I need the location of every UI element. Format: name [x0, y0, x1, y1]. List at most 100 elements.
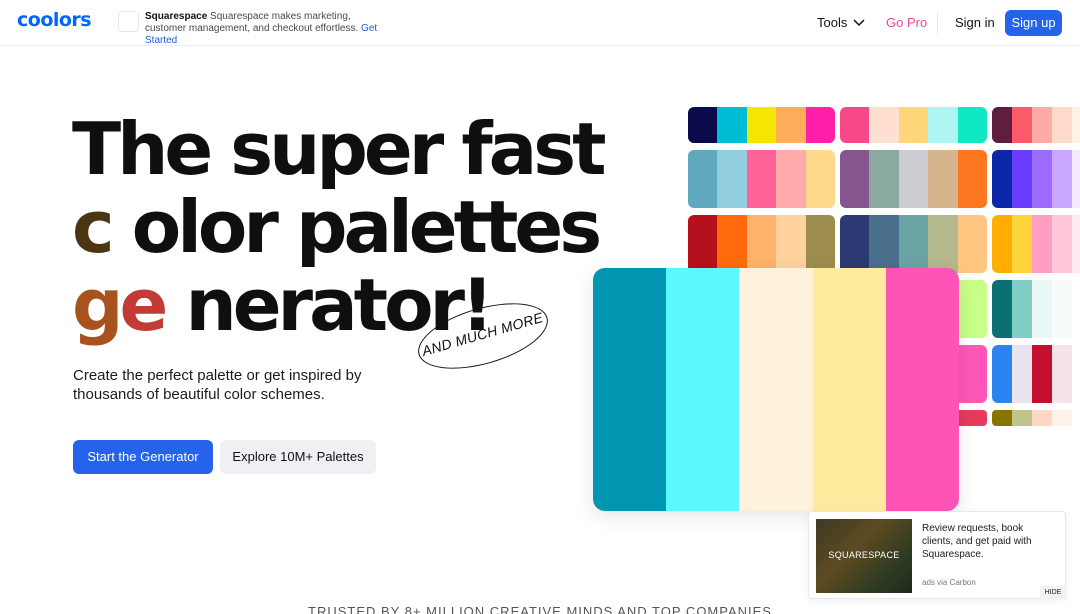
- palette-swatch: [957, 345, 987, 403]
- palette-swatch: [957, 150, 987, 208]
- palette-card[interactable]: [992, 215, 1080, 273]
- palette-swatch: [928, 150, 958, 208]
- palette-swatch: [717, 107, 747, 143]
- palette-card[interactable]: [688, 107, 835, 143]
- palette-swatch: [776, 107, 806, 143]
- palette-swatch: [746, 107, 777, 143]
- carbon-ad-copy[interactable]: Review requests, book clients, and get p…: [922, 522, 1057, 561]
- palette-swatch: [992, 107, 1012, 143]
- palette-swatch: [717, 215, 747, 273]
- palette-swatch: [869, 150, 899, 208]
- palette-swatch: [992, 280, 1012, 338]
- carbon-ad-via[interactable]: ads via Carbon: [922, 578, 976, 587]
- top-ad[interactable]: Squarespace Squarespace makes marketing,…: [118, 11, 390, 47]
- hero-title-line-2: c olor palettes: [72, 188, 603, 266]
- palette-swatch: [869, 215, 899, 273]
- palette-swatch: [869, 107, 899, 143]
- coolors-logo[interactable]: coolors: [17, 9, 92, 31]
- palette-swatch: [1012, 345, 1032, 403]
- palette-card[interactable]: [992, 410, 1080, 426]
- palette-swatch: [840, 150, 870, 208]
- palette-swatch: [1052, 345, 1072, 403]
- palette-swatch: [1012, 410, 1032, 426]
- palette-swatch: [957, 280, 987, 338]
- sign-up-button[interactable]: Sign up: [1005, 10, 1062, 36]
- palette-swatch: [1012, 150, 1032, 208]
- highlight-letter-c: c: [72, 185, 115, 269]
- ad-brand: Squarespace: [145, 11, 208, 22]
- hide-ad-button[interactable]: HIDE: [1040, 586, 1066, 599]
- palette-swatch: [957, 107, 987, 143]
- palette-swatch: [840, 215, 870, 273]
- palette-swatch: [688, 150, 718, 208]
- palette-swatch: [1012, 215, 1032, 273]
- palette-swatch: [928, 215, 958, 273]
- featured-swatch[interactable]: [666, 268, 740, 511]
- featured-swatch[interactable]: [739, 268, 813, 511]
- palette-card[interactable]: [840, 150, 987, 208]
- palette-card[interactable]: [688, 215, 835, 273]
- palette-swatch: [746, 215, 777, 273]
- palette-swatch: [992, 410, 1012, 426]
- palette-swatch: [992, 215, 1012, 273]
- featured-palette[interactable]: [593, 268, 959, 511]
- palette-swatch: [1032, 280, 1052, 338]
- palette-swatch: [1012, 107, 1032, 143]
- palette-swatch: [1052, 107, 1072, 143]
- featured-swatch[interactable]: [885, 268, 959, 511]
- palette-swatch: [717, 150, 747, 208]
- nav-divider: [937, 12, 938, 34]
- palette-swatch: [992, 150, 1012, 208]
- hero-title-line-2-rest: olor palettes: [131, 185, 602, 269]
- palette-card[interactable]: [992, 107, 1080, 143]
- palette-swatch: [1032, 410, 1052, 426]
- palette-card[interactable]: [992, 150, 1080, 208]
- hero-title-line-1: The super fast: [72, 107, 607, 191]
- sign-in-link[interactable]: Sign in: [955, 15, 995, 30]
- palette-swatch: [1032, 150, 1052, 208]
- palette-swatch: [1072, 107, 1080, 143]
- tools-menu[interactable]: Tools: [817, 15, 865, 30]
- go-pro-link[interactable]: Go Pro: [886, 15, 927, 30]
- palette-card[interactable]: [992, 280, 1080, 338]
- palette-card[interactable]: [688, 150, 835, 208]
- palette-swatch: [805, 150, 835, 208]
- palette-swatch: [957, 215, 987, 273]
- palette-card[interactable]: [992, 345, 1080, 403]
- palette-swatch: [805, 215, 835, 273]
- explore-palettes-button[interactable]: Explore 10M+ Palettes: [220, 440, 376, 474]
- palette-swatch: [1052, 150, 1072, 208]
- palette-swatch: [898, 215, 929, 273]
- featured-swatch[interactable]: [812, 268, 886, 511]
- start-generator-button[interactable]: Start the Generator: [73, 440, 213, 474]
- chevron-down-icon: [853, 18, 865, 26]
- palette-swatch: [805, 107, 835, 143]
- trusted-by-text: TRUSTED BY 8+ MILLION CREATIVE MINDS AND…: [308, 604, 772, 614]
- palette-swatch: [746, 150, 777, 208]
- highlight-letter-e: e: [119, 263, 169, 347]
- palette-swatch: [1072, 345, 1080, 403]
- ad-text: Squarespace Squarespace makes marketing,…: [145, 11, 390, 47]
- palette-card[interactable]: [840, 215, 987, 273]
- palette-swatch: [898, 107, 929, 143]
- carbon-ad-image-text: SQUARESPACE: [828, 550, 900, 560]
- featured-swatch[interactable]: [593, 268, 667, 511]
- top-nav: coolors Squarespace Squarespace makes ma…: [0, 0, 1080, 46]
- palette-swatch: [688, 107, 718, 143]
- palette-swatch: [898, 150, 929, 208]
- palette-card[interactable]: [840, 107, 987, 143]
- palette-swatch: [1032, 345, 1052, 403]
- ad-thumbnail: [118, 11, 139, 32]
- palette-swatch: [840, 107, 870, 143]
- tools-label: Tools: [817, 15, 848, 30]
- palette-swatch: [776, 150, 806, 208]
- palette-swatch: [1072, 215, 1080, 273]
- palette-swatch: [1052, 410, 1072, 426]
- palette-swatch: [928, 107, 958, 143]
- palette-swatch: [1032, 215, 1052, 273]
- carbon-ad[interactable]: SQUARESPACE Review requests, book client…: [808, 511, 1066, 599]
- carbon-ad-image[interactable]: SQUARESPACE: [816, 519, 912, 593]
- palette-swatch: [992, 345, 1012, 403]
- hero-subtitle: Create the perfect palette or get inspir…: [73, 367, 362, 403]
- palette-swatch: [1052, 215, 1072, 273]
